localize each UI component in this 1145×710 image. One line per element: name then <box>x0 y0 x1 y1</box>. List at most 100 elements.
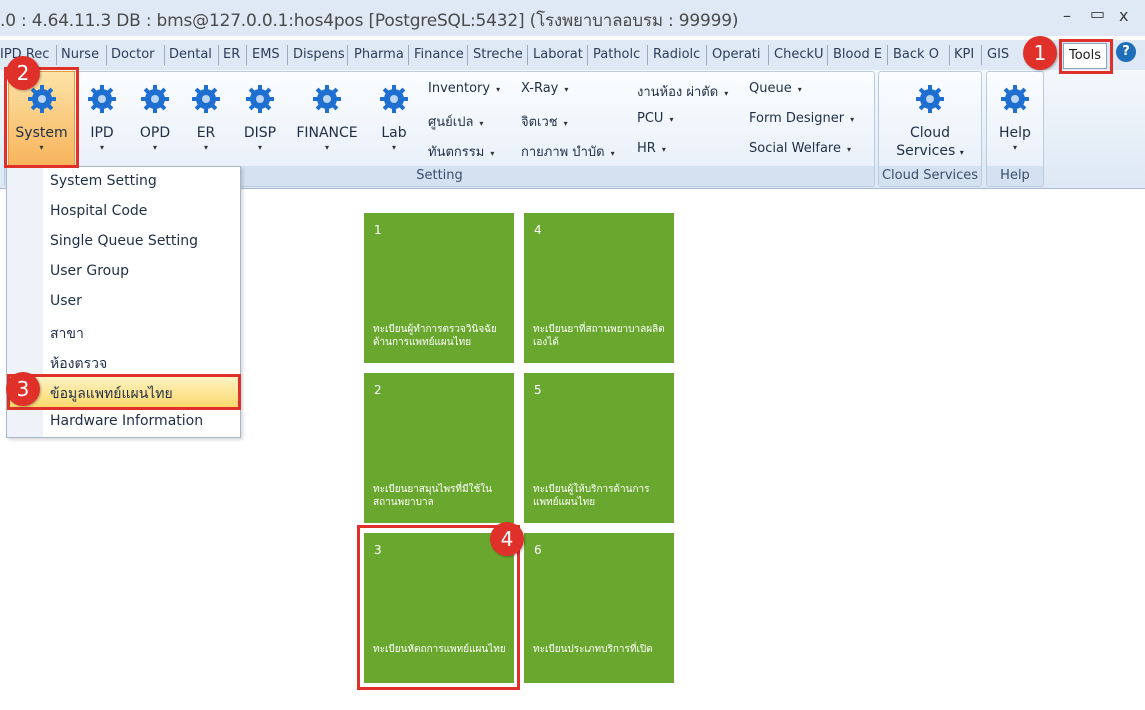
tile-title: ทะเบียนยาสมุนไพรที่มีใช้ในสถานพยาบาล <box>373 484 492 508</box>
dropdown-arrow-icon: ▾ <box>203 143 208 152</box>
tile-number: 6 <box>534 543 542 557</box>
tile-title: ทะเบียนประเภทบริการที่เปิด <box>533 644 653 655</box>
tab-finance[interactable]: Finance <box>414 47 466 62</box>
tab-operation[interactable]: Operati <box>712 47 764 62</box>
close-button[interactable]: x <box>1119 6 1128 25</box>
tab-separator <box>887 45 888 65</box>
dropdown-arrow-icon: ▾ <box>257 143 262 152</box>
menu-item-single-queue-setting[interactable]: Single Queue Setting <box>50 233 198 249</box>
tab-separator <box>164 45 165 65</box>
ipd-button-label: IPD <box>90 125 114 141</box>
queue-label: Queue <box>749 81 792 96</box>
maximize-button[interactable]: ▭ <box>1090 4 1105 23</box>
hr-menu[interactable]: HR ▾ <box>637 141 666 156</box>
tile-title: ทะเบียนผู้ให้บริการด้านการแพทย์แผนไทย <box>533 484 650 508</box>
ipd-button[interactable]: IPD ▾ <box>80 84 124 152</box>
menu-item-hospital-code[interactable]: Hospital Code <box>50 203 147 219</box>
menu-item-branch[interactable]: สาขา <box>50 323 84 345</box>
cloud-services-group-label: Cloud Services <box>879 166 981 186</box>
tile-title: ทะเบียนยาที่สถานพยาบาลผลิตเองได้ <box>533 324 665 348</box>
dropdown-arrow-icon: ▾ <box>1012 143 1017 152</box>
tab-radiology[interactable]: Radiolc <box>653 47 705 62</box>
tab-separator <box>768 45 769 65</box>
tile-6[interactable]: 6 ทะเบียนประเภทบริการที่เปิด <box>524 533 674 683</box>
form-designer-menu[interactable]: Form Designer ▾ <box>749 111 854 126</box>
dropdown-arrow-icon: ▾ <box>496 85 501 94</box>
tile-number: 1 <box>374 223 382 237</box>
finance-button[interactable]: FINANCE ▾ <box>292 84 362 152</box>
tab-separator <box>347 45 348 65</box>
annotation-marker-2: 2 <box>6 56 40 90</box>
lab-button[interactable]: Lab ▾ <box>374 84 414 152</box>
form-designer-label: Form Designer <box>749 111 845 126</box>
gear-icon <box>140 84 170 114</box>
psychiatry-menu[interactable]: จิตเวช ▾ <box>521 111 568 132</box>
opd-button[interactable]: OPD ▾ <box>133 84 177 152</box>
dropdown-arrow-icon: ▾ <box>479 119 484 128</box>
xray-label: X-Ray <box>521 81 559 96</box>
tab-pharmacy[interactable]: Pharma <box>354 47 406 62</box>
lab-button-label: Lab <box>381 125 407 141</box>
tab-kpi[interactable]: KPI <box>954 47 978 62</box>
tab-er[interactable]: ER <box>223 47 245 62</box>
tab-separator <box>246 45 247 65</box>
tab-dispensary[interactable]: Dispens <box>293 47 345 62</box>
tab-separator <box>981 45 982 65</box>
tile-number: 4 <box>534 223 542 237</box>
tab-gis[interactable]: GIS <box>987 47 1013 62</box>
tab-doctor[interactable]: Doctor <box>111 47 163 62</box>
tile-1[interactable]: 1 ทะเบียนผู้ทำการตรวจวินิจฉัยด้านการแพทย… <box>364 213 514 363</box>
gear-icon <box>191 84 221 114</box>
annotation-marker-3: 3 <box>6 372 40 406</box>
tab-separator <box>106 45 107 65</box>
operating-room-label: งานห้อง ผ่าตัด <box>637 85 719 100</box>
menu-item-exam-room[interactable]: ห้องตรวจ <box>50 353 107 375</box>
inventory-menu[interactable]: Inventory ▾ <box>428 81 500 96</box>
tab-dental[interactable]: Dental <box>169 47 217 62</box>
tile-4[interactable]: 4 ทะเบียนยาที่สถานพยาบาลผลิตเองได้ <box>524 213 674 363</box>
tab-blood-bank[interactable]: Blood E <box>833 47 885 62</box>
tab-ems[interactable]: EMS <box>252 47 286 62</box>
menu-item-user-group[interactable]: User Group <box>50 263 129 279</box>
cloud-services-button[interactable]: Cloud Services ▾ <box>886 84 974 159</box>
menu-item-hardware-information[interactable]: Hardware Information <box>50 413 203 429</box>
minimize-button[interactable]: – <box>1063 6 1071 25</box>
dropdown-arrow-icon: ▾ <box>152 143 157 152</box>
queue-menu[interactable]: Queue ▾ <box>749 81 802 96</box>
social-welfare-menu[interactable]: Social Welfare ▾ <box>749 141 851 156</box>
dropdown-arrow-icon: ▾ <box>610 149 615 158</box>
physiotherapy-menu[interactable]: กายภาพ บำบัด ▾ <box>521 141 615 162</box>
annotation-marker-1: 1 <box>1023 36 1057 70</box>
dropdown-arrow-icon: ▾ <box>99 143 104 152</box>
tab-separator <box>218 45 219 65</box>
tab-separator <box>827 45 828 65</box>
dropdown-arrow-icon: ▾ <box>661 145 666 154</box>
help-button[interactable]: Help ▾ <box>993 84 1037 152</box>
tab-back-office[interactable]: Back O <box>893 47 943 62</box>
stretcher-center-menu[interactable]: ศูนย์เปล ▾ <box>428 111 483 132</box>
operating-room-menu[interactable]: งานห้อง ผ่าตัด ▾ <box>637 81 728 102</box>
er-button[interactable]: ER ▾ <box>186 84 226 152</box>
help-icon[interactable]: ? <box>1116 42 1136 62</box>
dropdown-arrow-icon: ▾ <box>797 85 802 94</box>
pcu-label: PCU <box>637 111 664 126</box>
tab-separator <box>56 45 57 65</box>
annotation-box-tools <box>1059 39 1113 74</box>
tile-5[interactable]: 5 ทะเบียนผู้ให้บริการด้านการแพทย์แผนไทย <box>524 373 674 523</box>
opd-button-label: OPD <box>139 125 171 141</box>
menu-item-user[interactable]: User <box>50 293 82 309</box>
tab-pathology[interactable]: Patholc <box>593 47 645 62</box>
tab-nurse[interactable]: Nurse <box>61 47 105 62</box>
dropdown-arrow-icon: ▾ <box>324 143 329 152</box>
xray-menu[interactable]: X-Ray ▾ <box>521 81 568 96</box>
tab-checkup[interactable]: CheckU <box>774 47 824 62</box>
tab-separator <box>949 45 950 65</box>
tab-stretcher[interactable]: Streche <box>473 47 525 62</box>
tile-2[interactable]: 2 ทะเบียนยาสมุนไพรที่มีใช้ในสถานพยาบาล <box>364 373 514 523</box>
pcu-menu[interactable]: PCU ▾ <box>637 111 673 126</box>
menu-item-system-setting[interactable]: System Setting <box>50 173 157 189</box>
tab-laboratory[interactable]: Laborat <box>533 47 585 62</box>
dental-menu[interactable]: ทันตกรรม ▾ <box>428 141 494 162</box>
gear-icon <box>379 84 409 114</box>
disp-button[interactable]: DISP ▾ <box>236 84 284 152</box>
